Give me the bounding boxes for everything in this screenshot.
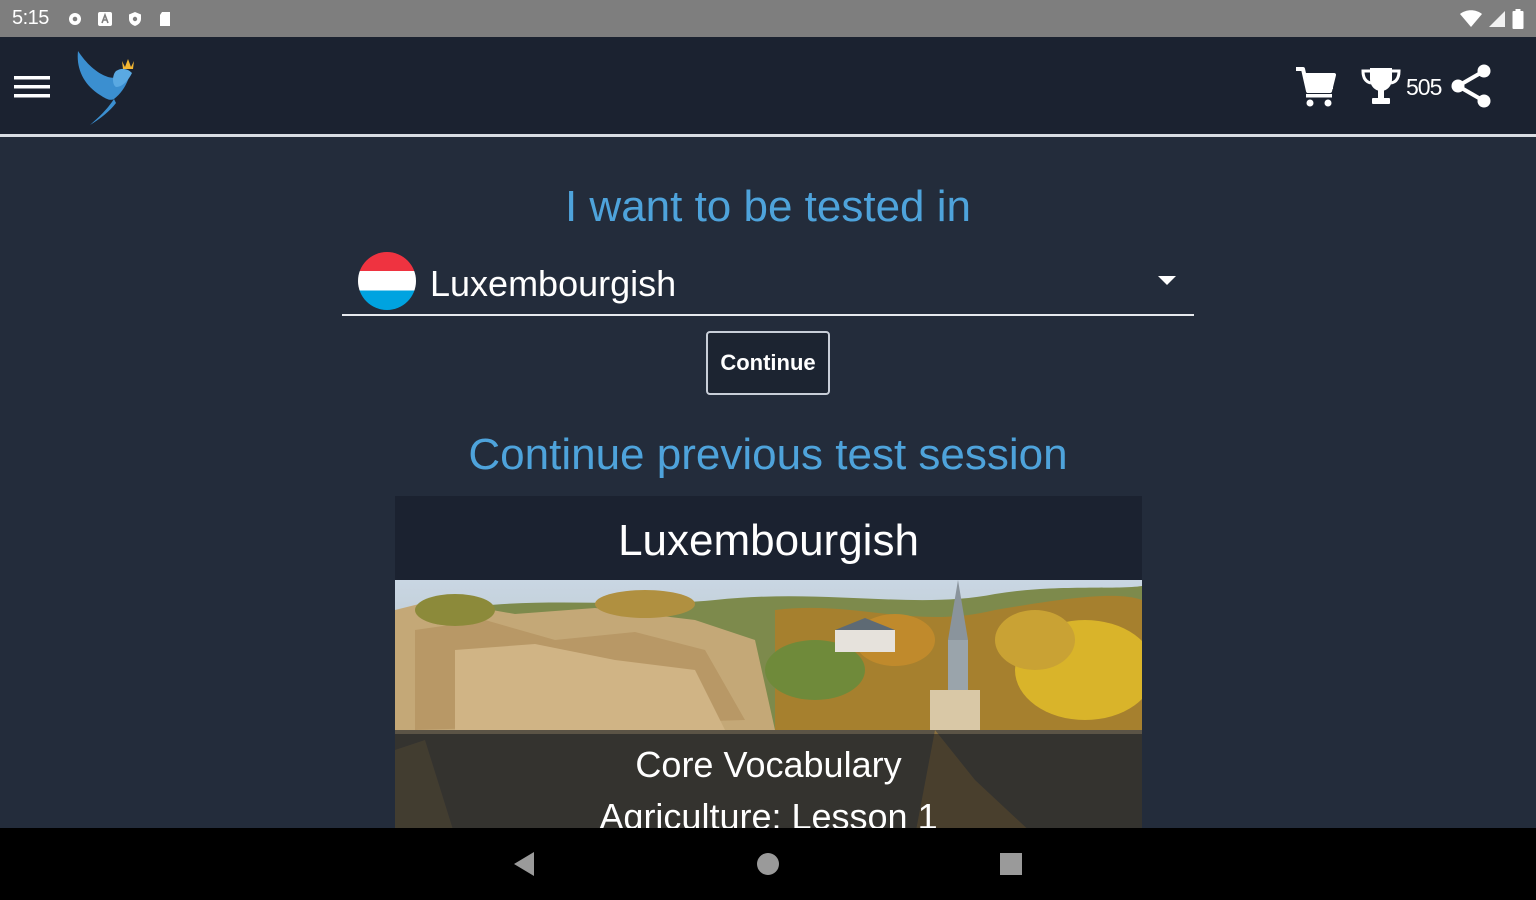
sd-card-icon: [159, 11, 170, 26]
continue-session-heading: Continue previous test session: [468, 430, 1068, 479]
language-select[interactable]: Luxembourgish: [342, 246, 1194, 316]
back-triangle-icon[interactable]: [510, 850, 538, 878]
app-bar: 505: [0, 37, 1536, 134]
card-subtitle-course: Core Vocabulary: [635, 744, 902, 785]
tested-in-heading: I want to be tested in: [564, 182, 972, 231]
status-bar: 5:15: [0, 0, 1536, 37]
language-select-value: Luxembourgish: [430, 263, 677, 304]
luxembourg-flag-icon: [358, 252, 416, 310]
status-time: 5:15: [12, 7, 49, 29]
navigation-bar: [0, 828, 1536, 900]
share-icon[interactable]: [1450, 64, 1492, 108]
shield-icon: [128, 11, 141, 26]
hamburger-menu-icon[interactable]: [12, 73, 52, 101]
app-bar-divider: [0, 134, 1536, 137]
bird-crown-logo[interactable]: [70, 47, 142, 127]
wifi-icon: [1460, 9, 1482, 27]
status-icons-right: [1460, 8, 1524, 29]
recents-square-icon[interactable]: [999, 852, 1023, 876]
card-title: Luxembourgish: [618, 516, 919, 565]
a-box-icon: [97, 11, 112, 26]
points-count: 505: [1406, 74, 1442, 100]
home-circle-icon[interactable]: [756, 852, 780, 876]
card-title-bar: Luxembourgish: [395, 496, 1142, 580]
previous-session-card[interactable]: Luxembourgish Core Vocabulary Agricultur…: [395, 496, 1142, 836]
battery-icon: [1512, 8, 1524, 29]
shopping-cart-icon[interactable]: [1294, 65, 1338, 109]
continue-button[interactable]: Continue: [706, 331, 830, 395]
signal-icon: [1489, 10, 1505, 27]
status-icons-left: [67, 11, 173, 27]
settings-icon: [68, 12, 81, 25]
dropdown-arrow-icon: [1158, 276, 1176, 285]
trophy-icon[interactable]: [1360, 65, 1402, 107]
